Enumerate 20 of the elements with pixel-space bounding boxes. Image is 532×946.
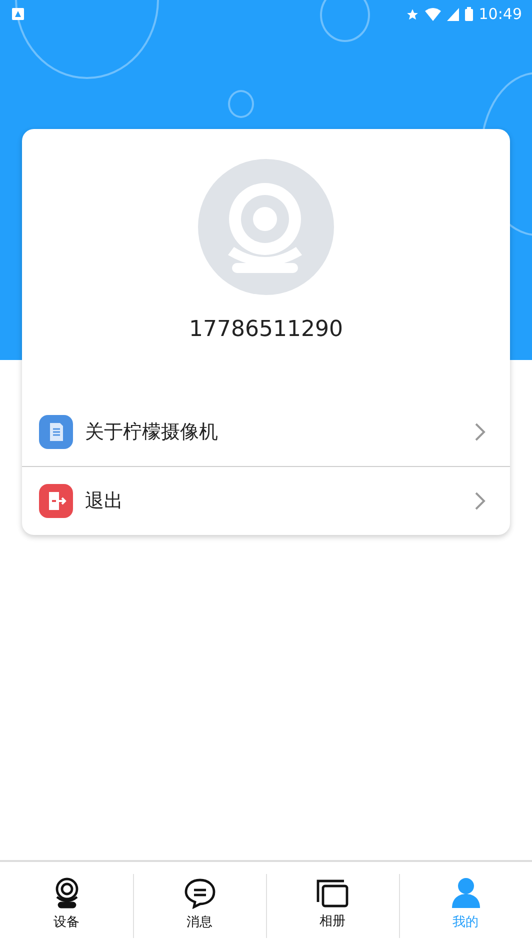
nav-tab[interactable]: 消息 — [133, 862, 266, 946]
signal-icon — [446, 8, 459, 20]
menu-label: 退出 — [85, 489, 124, 514]
wifi-icon — [424, 8, 441, 20]
exit-door-icon — [39, 484, 73, 518]
chat-bubble-icon — [184, 877, 216, 909]
chevron-right-icon — [474, 422, 486, 442]
photos-icon — [316, 878, 350, 908]
menu-label: 关于柠檬摄像机 — [85, 420, 219, 445]
person-icon — [450, 877, 480, 909]
chevron-right-icon — [474, 491, 486, 511]
nav-tab[interactable]: 相册 — [266, 862, 399, 946]
star-icon — [406, 8, 419, 20]
menu-item[interactable]: 退出 — [22, 466, 510, 535]
phone-number: 17786511290 — [189, 317, 343, 342]
status-time: 10:49 — [478, 5, 522, 23]
document-icon — [39, 415, 73, 449]
menu-item[interactable]: 关于柠檬摄像机 — [22, 398, 510, 466]
webcam-avatar-icon — [198, 159, 334, 295]
nav-tab[interactable]: 设备 — [0, 862, 133, 946]
